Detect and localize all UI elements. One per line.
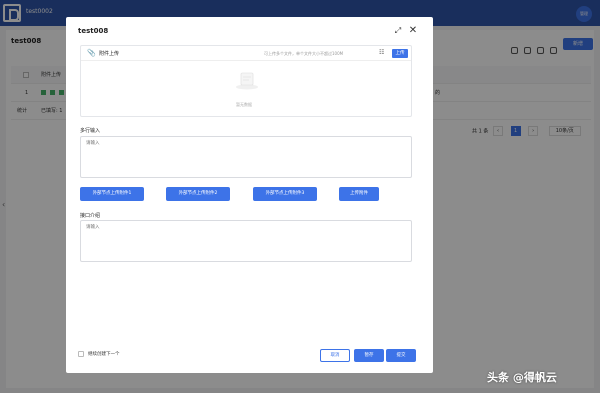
intro-label: 接口介绍 <box>80 213 101 219</box>
upload-attachment-button[interactable]: 上传附件 <box>339 187 379 201</box>
attachment-header: 📎 附件上传 可上传多个文件，单个文件大小不超过100M ☷ 上传 <box>81 46 411 61</box>
modal-title: test008 <box>78 27 109 35</box>
upload-button[interactable]: 上传 <box>392 49 408 58</box>
watermark: 头条 @得帆云 <box>487 371 557 384</box>
multiline-input[interactable] <box>80 136 412 178</box>
list-view-icon[interactable]: ☷ <box>379 49 387 57</box>
save-draft-button[interactable]: 暂存 <box>354 349 384 362</box>
continue-label: 继续创建下一个 <box>88 352 120 357</box>
external-upload-button-1[interactable]: 外部节点上传附件1 <box>80 187 144 201</box>
cancel-button[interactable]: 取消 <box>320 349 350 362</box>
close-icon[interactable]: ✕ <box>408 26 418 36</box>
continue-checkbox[interactable] <box>78 351 84 357</box>
attachment-label: 附件上传 <box>99 51 120 57</box>
external-upload-button-3[interactable]: 外部节点上传附件3 <box>253 187 317 201</box>
empty-state-text: 暂无数据 <box>236 102 252 107</box>
external-upload-button-2[interactable]: 外部节点上传附件2 <box>166 187 230 201</box>
empty-state-icon <box>236 72 258 90</box>
paperclip-icon: 📎 <box>87 49 96 57</box>
multiline-label: 多行输入 <box>80 128 101 134</box>
attachment-hint: 可上传多个文件，单个文件大小不超过100M <box>264 51 344 56</box>
fullscreen-icon[interactable]: ⤢ <box>393 26 403 36</box>
form-modal: test008 ⤢ ✕ 📎 附件上传 可上传多个文件，单个文件大小不超过100M… <box>66 17 433 373</box>
submit-button[interactable]: 提交 <box>386 349 416 362</box>
attachment-field: 📎 附件上传 可上传多个文件，单个文件大小不超过100M ☷ 上传 暂无数据 <box>80 45 412 117</box>
intro-input[interactable] <box>80 220 412 262</box>
